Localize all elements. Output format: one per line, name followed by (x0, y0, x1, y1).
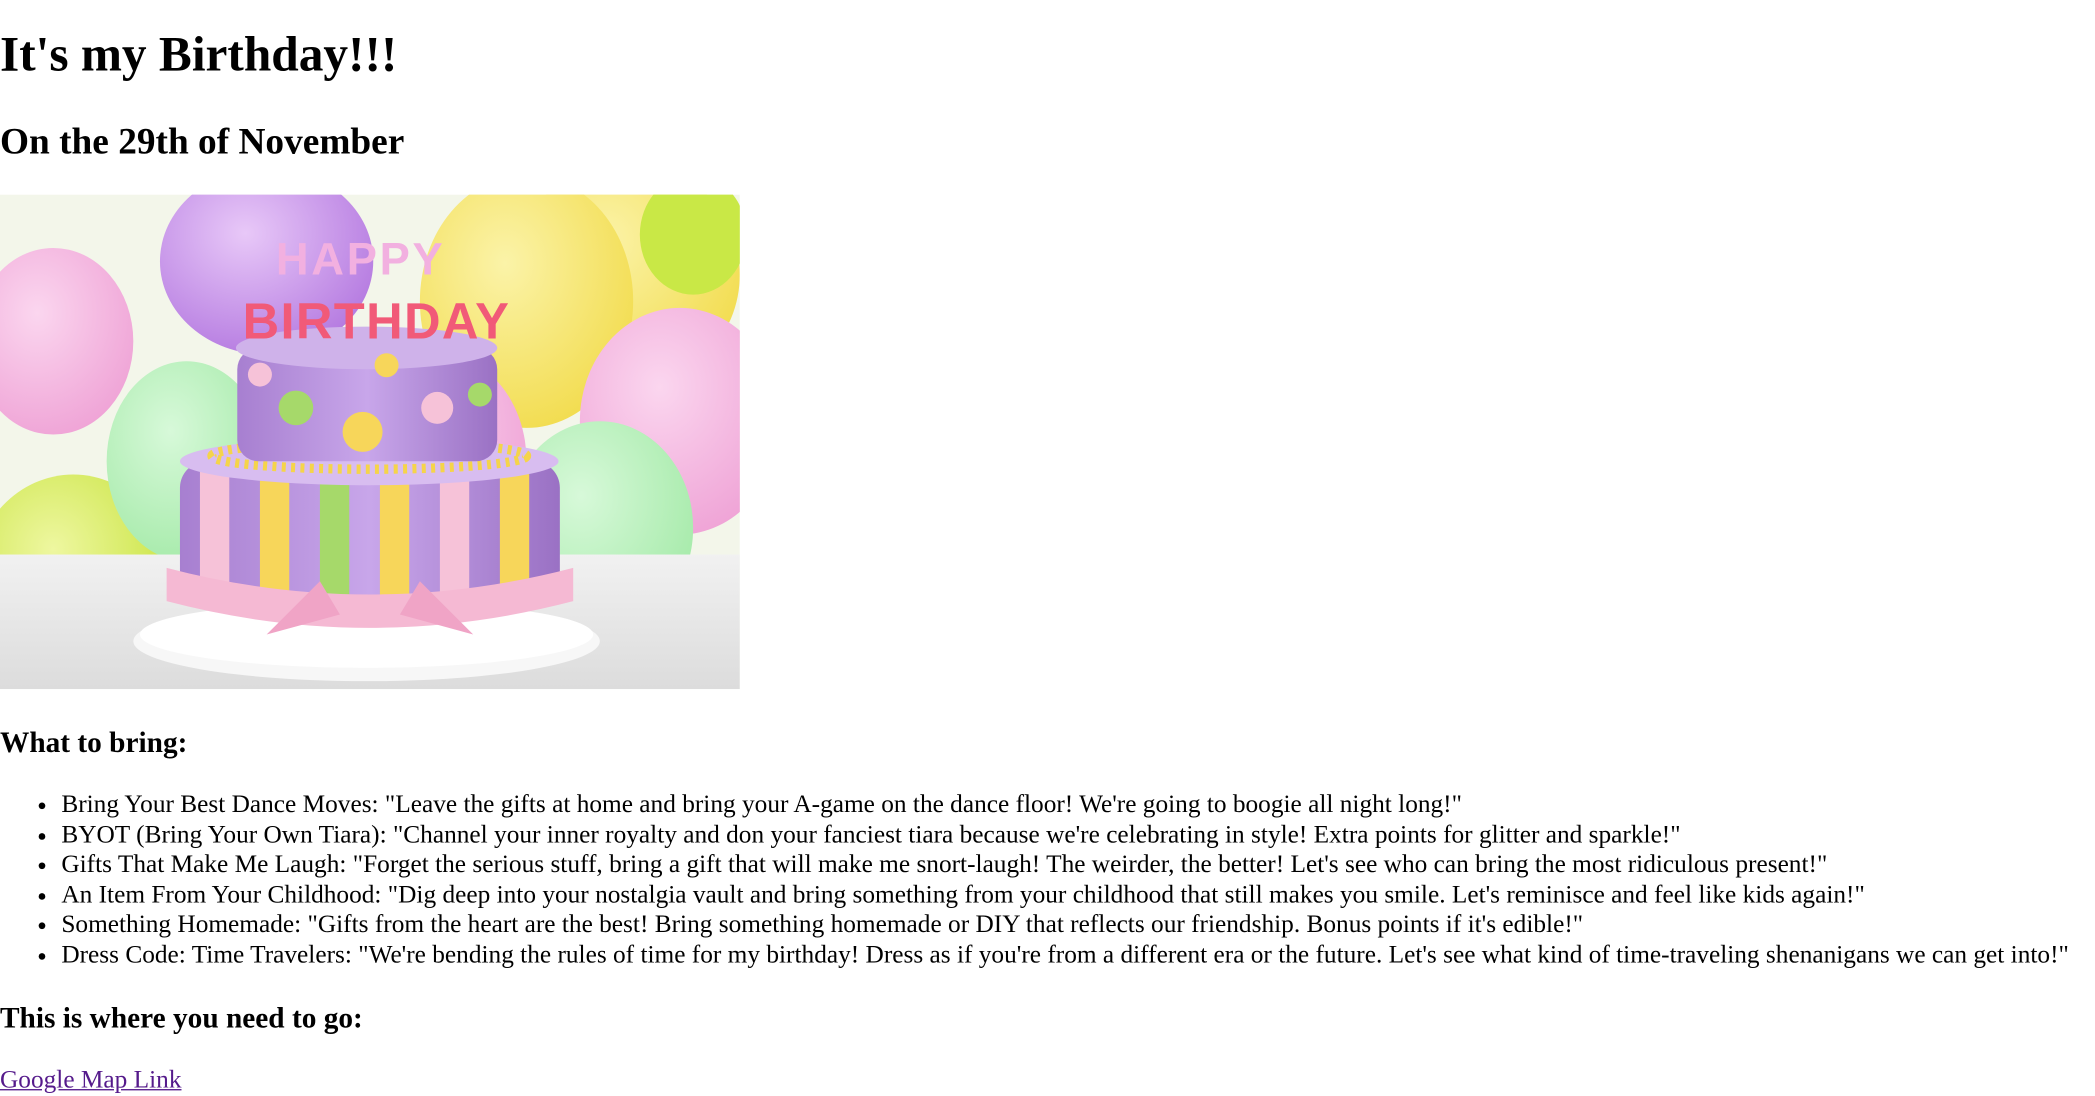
google-map-link[interactable]: Google Map Link (0, 1066, 181, 1095)
list-item: Something Homemade: "Gifts from the hear… (61, 910, 2094, 940)
list-item: BYOT (Bring Your Own Tiara): "Channel yo… (61, 820, 2094, 850)
list-item: An Item From Your Childhood: "Dig deep i… (61, 880, 2094, 910)
list-item: Gifts That Make Me Laugh: "Forget the se… (61, 850, 2094, 880)
bring-section-title: What to bring: (0, 725, 188, 759)
list-item: Bring Your Best Dance Moves: "Leave the … (61, 790, 2094, 820)
location-section-title: This is where you need to go: (0, 1001, 363, 1035)
page-root: It's my Birthday!!! On the 29th of Novem… (0, 0, 2094, 1096)
bring-list: Bring Your Best Dance Moves: "Leave the … (0, 790, 2094, 970)
list-item: Dress Code: Time Travelers: "We're bendi… (61, 940, 2094, 970)
page-title: It's my Birthday!!! (0, 27, 398, 83)
svg-text:HAPPY: HAPPY (276, 234, 445, 285)
svg-text:BIRTHDAY: BIRTHDAY (243, 293, 511, 350)
birthday-cake-image: HAPPY BIRTHDAY (0, 194, 740, 690)
page-subtitle: On the 29th of November (0, 121, 405, 163)
